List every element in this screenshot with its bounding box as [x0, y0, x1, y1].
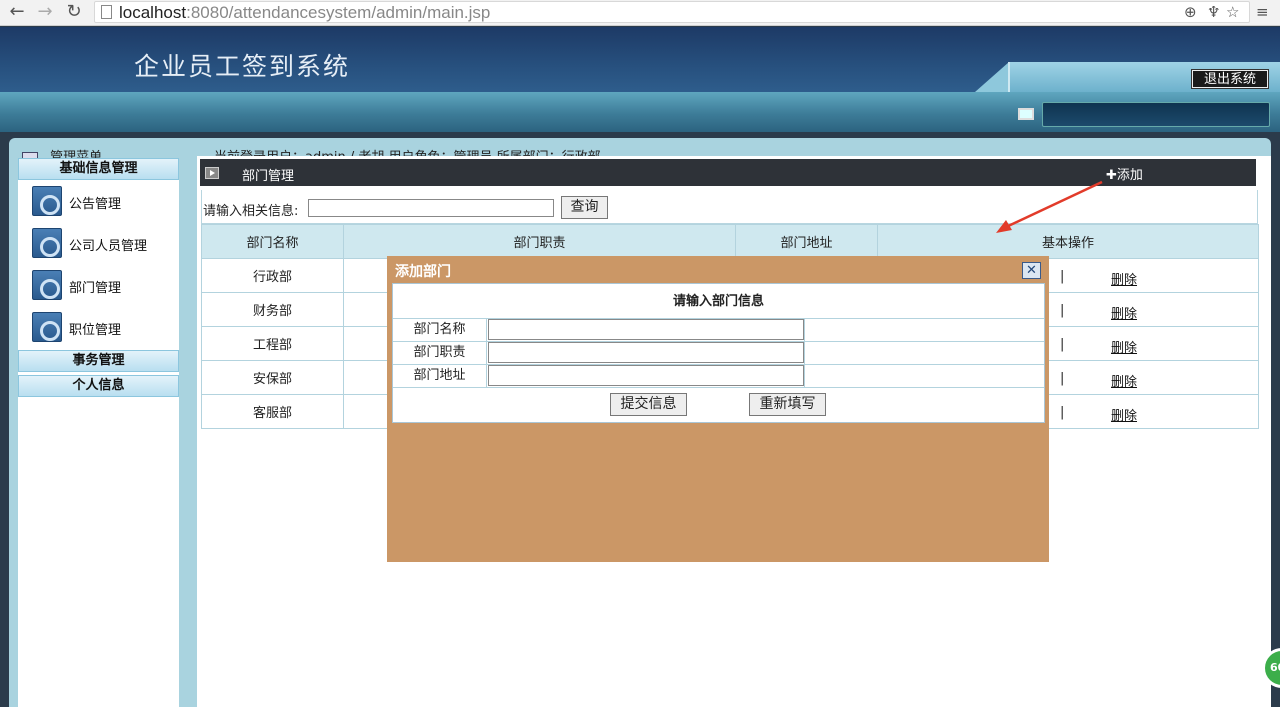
sidebar-item-positions[interactable]: 职位管理	[32, 312, 177, 346]
back-icon[interactable]: ←	[6, 1, 28, 23]
gear-icon	[32, 312, 62, 342]
sidebar-item-departments[interactable]: 部门管理	[32, 270, 177, 304]
sidebar-item-announcements[interactable]: 公告管理	[32, 186, 177, 220]
field-label: 部门名称	[393, 319, 487, 341]
section-basic-info[interactable]: 基础信息管理	[18, 158, 179, 180]
dialog-body: 请输入部门信息 部门名称 部门职责 部门地址 提交信息 重新填写	[392, 283, 1045, 423]
menu-icon[interactable]: ≡	[1256, 1, 1269, 23]
search-label: 请输入相关信息:	[203, 204, 299, 219]
column-header: 部门职责	[343, 224, 736, 259]
play-icon	[205, 167, 219, 179]
column-header: 部门地址	[735, 224, 878, 259]
gear-icon	[32, 228, 62, 258]
browser-toolbar: ← → ↻ localhost:8080/attendancesystem/ad…	[0, 0, 1280, 26]
forward-icon[interactable]: →	[34, 1, 56, 23]
sidebar-item-label: 公司人员管理	[69, 239, 148, 254]
close-icon[interactable]: ✕	[1022, 262, 1041, 279]
header-search-box[interactable]	[1042, 102, 1270, 127]
submit-button[interactable]: 提交信息	[610, 393, 687, 416]
address-bar[interactable]: localhost:8080/attendancesystem/admin/ma…	[94, 1, 1250, 23]
key-icon[interactable]: ♆	[1207, 1, 1220, 23]
section-personal[interactable]: 个人信息	[18, 375, 179, 397]
reset-button[interactable]: 重新填写	[749, 393, 826, 416]
form-row-name: 部门名称	[393, 319, 1044, 342]
field-label: 部门地址	[393, 365, 487, 387]
page-icon	[101, 5, 112, 19]
query-button[interactable]: 查询	[561, 196, 608, 219]
gear-icon	[32, 186, 62, 216]
department-name: 安保部	[201, 360, 344, 395]
field-label: 部门职责	[393, 342, 487, 364]
add-button[interactable]: ✚添加	[1106, 164, 1143, 183]
logout-button[interactable]: 退出系统	[1191, 69, 1269, 89]
dialog-title: 添加部门	[395, 264, 451, 280]
delete-link[interactable]: 删除	[1111, 269, 1137, 288]
delete-link[interactable]: 删除	[1111, 303, 1137, 322]
department-name: 客服部	[201, 394, 344, 429]
url-text: localhost:8080/attendancesystem/admin/ma…	[119, 3, 491, 22]
form-row-address: 部门地址	[393, 365, 1044, 388]
gear-icon	[32, 270, 62, 300]
department-duty-field[interactable]	[488, 342, 804, 363]
sidebar-item-staff[interactable]: 公司人员管理	[32, 228, 177, 262]
header-decoration	[975, 62, 1009, 92]
section-affairs[interactable]: 事务管理	[18, 350, 179, 372]
app-title: 企业员工签到系统	[134, 52, 351, 81]
delete-link[interactable]: 删除	[1111, 405, 1137, 424]
department-name-field[interactable]	[488, 319, 804, 340]
sidebar: 基础信息管理 公告管理 公司人员管理 部门管理 职位管理 事务管理 个人信息	[18, 158, 179, 707]
menu-title: 管理菜单	[22, 146, 102, 158]
reload-icon[interactable]: ↻	[63, 1, 85, 23]
star-icon[interactable]: ☆	[1226, 1, 1239, 23]
delete-link[interactable]: 删除	[1111, 337, 1137, 356]
sidebar-item-label: 职位管理	[69, 323, 122, 338]
delete-link[interactable]: 删除	[1111, 371, 1137, 390]
department-name: 财务部	[201, 292, 344, 327]
form-row-duty: 部门职责	[393, 342, 1044, 365]
add-department-dialog: 添加部门 ✕ 请输入部门信息 部门名称 部门职责 部门地址 提交信息 重新填写	[387, 256, 1049, 562]
annotation-arrow	[996, 180, 1103, 233]
form-heading: 请输入部门信息	[393, 284, 1044, 319]
department-name: 工程部	[201, 326, 344, 361]
panel-title: 部门管理	[242, 169, 295, 184]
column-header: 部门名称	[201, 224, 344, 259]
department-address-field[interactable]	[488, 365, 804, 386]
sidebar-item-label: 公告管理	[69, 197, 122, 212]
search-input[interactable]	[308, 199, 554, 217]
department-name: 行政部	[201, 258, 344, 293]
sidebar-item-label: 部门管理	[69, 281, 122, 296]
zoom-icon[interactable]: ⊕	[1184, 1, 1197, 23]
monitor-icon	[1018, 108, 1034, 120]
